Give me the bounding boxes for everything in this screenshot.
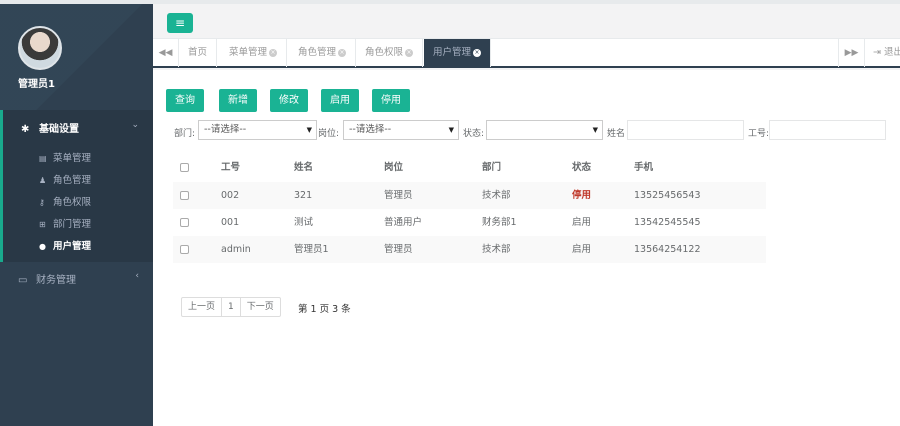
jobno-input[interactable] bbox=[769, 120, 886, 140]
sidebar-item-departments[interactable]: ⊞ 部门管理 bbox=[39, 216, 91, 230]
table-header-row: 工号 姓名 岗位 部门 状态 手机 bbox=[173, 154, 766, 182]
cell-dept: 技术部 bbox=[482, 244, 511, 255]
tab-user-management[interactable]: 用户管理 × bbox=[424, 39, 492, 67]
enable-button[interactable]: 启用 bbox=[321, 89, 359, 112]
name-label: 姓名 bbox=[607, 129, 626, 139]
close-icon[interactable]: × bbox=[473, 48, 482, 57]
avatar[interactable] bbox=[18, 26, 62, 70]
nav-group-finance[interactable]: ▭ 财务管理 ‹ bbox=[0, 266, 153, 290]
cell-dept: 财务部1 bbox=[482, 217, 517, 228]
row-checkbox[interactable] bbox=[180, 218, 189, 227]
column-header[interactable]: 岗位 bbox=[384, 154, 403, 182]
logout-button[interactable]: ⇥ 退出 bbox=[864, 39, 900, 67]
sidebar-item-role-permissions[interactable]: ⚷ 角色权限 bbox=[39, 194, 91, 208]
jobno-label: 工号: bbox=[748, 129, 770, 139]
admin-name[interactable]: 管理员1 bbox=[18, 75, 55, 90]
column-header[interactable]: 状态 bbox=[572, 154, 591, 182]
cell-phone: 13564254122 bbox=[634, 244, 701, 255]
caret-down-icon: ▼ bbox=[306, 126, 312, 134]
cell-name: 管理员1 bbox=[294, 244, 329, 255]
post-select[interactable]: --请选择-- ▼ bbox=[343, 120, 459, 140]
column-header[interactable]: 手机 bbox=[634, 154, 653, 182]
status-label: 状态: bbox=[463, 129, 485, 139]
chevron-down-icon[interactable]: ⌄ bbox=[131, 120, 139, 130]
cell-name: 测试 bbox=[294, 217, 314, 228]
dept-label: 部门: bbox=[174, 129, 196, 139]
cell-jobno: 001 bbox=[221, 217, 240, 228]
table-row[interactable]: 002 321 管理员 技术部 停用 13525456543 bbox=[173, 182, 766, 209]
select-all-checkbox[interactable] bbox=[180, 163, 189, 172]
tabs-scroll-left-button[interactable]: ◀◀ bbox=[153, 39, 179, 67]
next-page-button[interactable]: 下一页 bbox=[241, 298, 280, 316]
key-icon: ⚷ bbox=[39, 198, 45, 207]
disable-button[interactable]: 停用 bbox=[372, 89, 410, 112]
main-content: 查询 新增 修改 启用 停用 部门: --请选择-- ▼ 岗位: --请选择-- ▼… bbox=[153, 70, 900, 426]
column-header[interactable]: 部门 bbox=[482, 154, 501, 182]
nav-group-basic-settings: ✱ 基础设置 ⌄ ▤ 菜单管理 ♟ 角色管理 ⚷ 角色权限 ⊞ 部门管理 ● 用户管理 bbox=[0, 110, 153, 262]
table-row[interactable]: admin 管理员1 管理员 技术部 启用 13564254122 bbox=[173, 236, 766, 263]
cell-dept: 技术部 bbox=[482, 190, 511, 201]
tab-home[interactable]: 首页 bbox=[179, 39, 218, 67]
row-checkbox[interactable] bbox=[180, 245, 189, 254]
sitemap-icon: ⊞ bbox=[39, 220, 46, 229]
close-icon[interactable]: × bbox=[405, 48, 414, 57]
edit-button[interactable]: 修改 bbox=[270, 89, 308, 112]
prev-page-button[interactable]: 上一页 bbox=[182, 298, 223, 316]
sidebar-item-users[interactable]: ● 用户管理 bbox=[39, 238, 91, 252]
cell-jobno: 002 bbox=[221, 190, 240, 201]
query-button[interactable]: 查询 bbox=[166, 89, 204, 112]
sidebar: 管理员1 ✱ 基础设置 ⌄ ▤ 菜单管理 ♟ 角色管理 ⚷ 角色权限 ⊞ 部门管理 ● 用户… bbox=[0, 4, 153, 426]
status-select[interactable]: ▼ bbox=[486, 120, 603, 140]
sidebar-item-menu[interactable]: ▤ 菜单管理 bbox=[39, 150, 91, 164]
cell-status: 启用 bbox=[572, 244, 592, 255]
menu-toggle-button[interactable]: ≡ bbox=[167, 13, 193, 33]
sidebar-item-roles[interactable]: ♟ 角色管理 bbox=[39, 172, 91, 186]
chevron-left-icon: ‹ bbox=[135, 271, 139, 281]
forward-icon: ▶▶ bbox=[844, 48, 859, 58]
close-icon[interactable]: × bbox=[338, 48, 347, 57]
pagination: 上一页 1 下一页 bbox=[181, 297, 281, 317]
hamburger-icon: ≡ bbox=[174, 16, 186, 30]
name-input[interactable] bbox=[627, 120, 744, 140]
caret-down-icon: ▼ bbox=[448, 126, 454, 134]
cell-post: 普通用户 bbox=[384, 217, 423, 228]
column-header[interactable]: 工号 bbox=[221, 154, 240, 182]
close-icon[interactable]: × bbox=[269, 48, 278, 57]
page-number-button[interactable]: 1 bbox=[222, 298, 241, 316]
users-icon: ♟ bbox=[39, 176, 47, 185]
cell-jobno: admin bbox=[221, 244, 251, 255]
cell-phone: 13525456543 bbox=[634, 190, 701, 201]
sign-out-icon: ⇥ bbox=[873, 47, 881, 58]
tabs-scroll-right-button[interactable]: ▶▶ bbox=[838, 39, 864, 67]
caret-down-icon: ▼ bbox=[592, 126, 598, 134]
tab-bar: ◀◀ 首页 菜单管理 × 角色管理 × 角色权限 × 用户管理 × ▶▶ ⇥ 退出 bbox=[153, 38, 900, 68]
user-icon: ● bbox=[39, 242, 46, 251]
column-header[interactable]: 姓名 bbox=[294, 154, 313, 182]
tab-menu-management[interactable]: 菜单管理 × bbox=[220, 39, 288, 67]
page-info: 第 1 页 3 条 bbox=[298, 304, 351, 315]
nav-group-header[interactable]: ✱ 基础设置 bbox=[21, 120, 79, 135]
cell-phone: 13542545545 bbox=[634, 217, 701, 228]
cell-status: 启用 bbox=[572, 217, 592, 228]
gear-icon: ✱ bbox=[21, 124, 30, 135]
tab-role-management[interactable]: 角色管理 × bbox=[289, 39, 357, 67]
sidebar-profile: 管理员1 bbox=[0, 4, 153, 110]
row-checkbox[interactable] bbox=[180, 191, 189, 200]
cell-status: 停用 bbox=[572, 190, 592, 201]
tab-role-permissions[interactable]: 角色权限 × bbox=[356, 39, 424, 67]
add-button[interactable]: 新增 bbox=[219, 89, 257, 112]
list-icon: ▤ bbox=[39, 154, 47, 163]
post-label: 岗位: bbox=[318, 129, 340, 139]
backward-icon: ◀◀ bbox=[158, 48, 173, 58]
table-row[interactable]: 001 测试 普通用户 财务部1 启用 13542545545 bbox=[173, 209, 766, 236]
cell-post: 管理员 bbox=[384, 244, 413, 255]
credit-card-icon: ▭ bbox=[18, 275, 28, 286]
cell-name: 321 bbox=[294, 190, 313, 201]
cell-post: 管理员 bbox=[384, 190, 413, 201]
dept-select[interactable]: --请选择-- ▼ bbox=[198, 120, 317, 140]
